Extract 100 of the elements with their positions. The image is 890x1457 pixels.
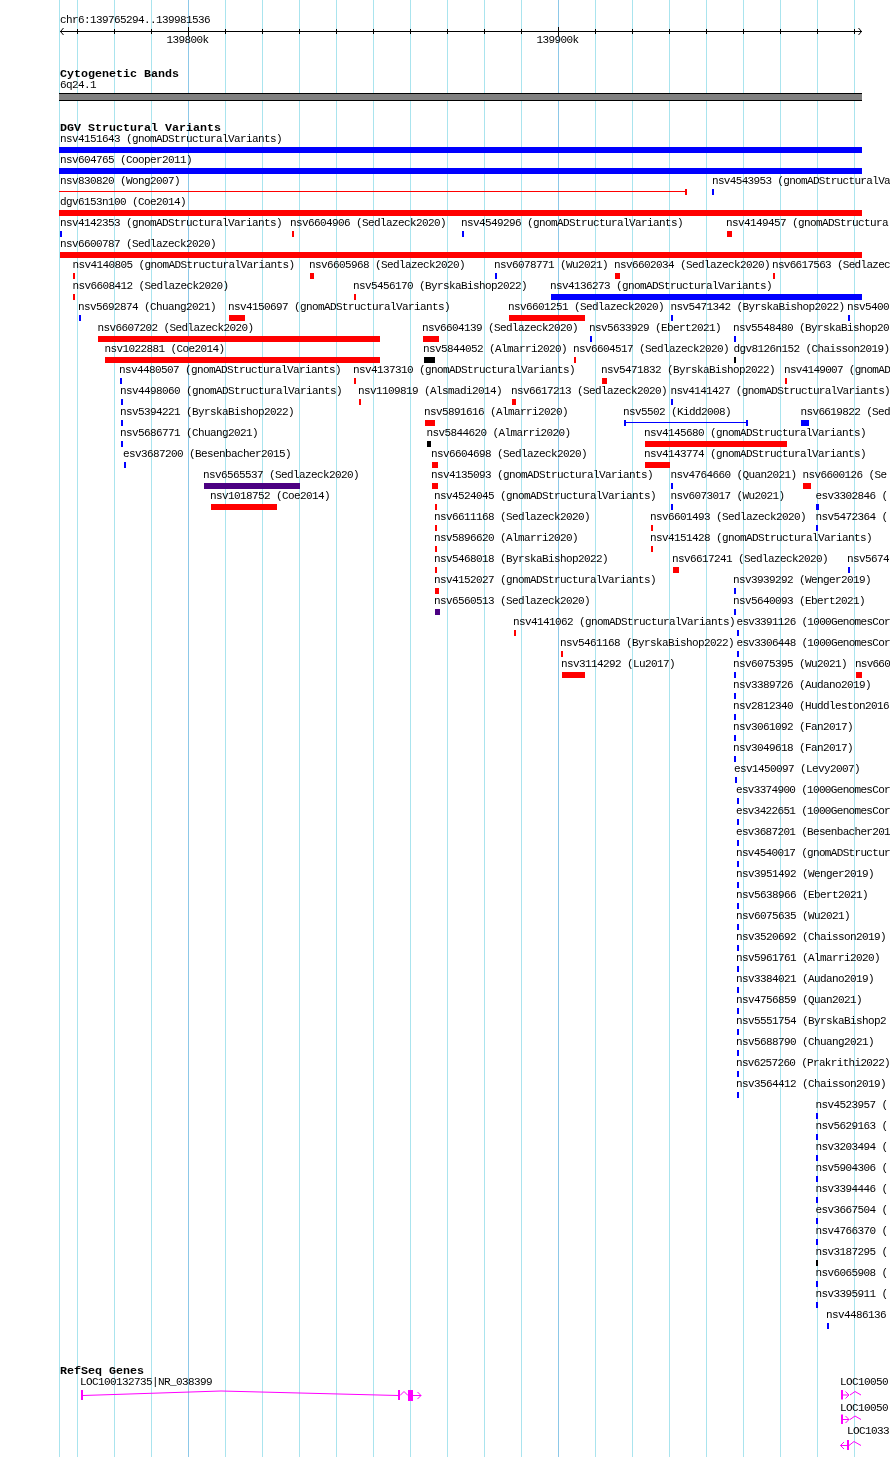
band-label: 6q24.1 <box>60 80 96 91</box>
variant-label: nsv6601251 (Sedlazeck2020) <box>508 302 665 313</box>
variant-label: nsv1018752 (Coe2014) <box>210 491 331 502</box>
variant-label: nsv4540017 (gnomADStructur <box>736 848 890 859</box>
variant-label: nsv5394221 (ByrskaBishop2022) <box>120 407 295 418</box>
variant-label: esv3306448 (1000GenomesCor <box>736 638 890 649</box>
variant-label: nsv6601493 (Sedlazeck2020) <box>650 512 807 523</box>
variant-label: nsv5400 <box>847 302 889 313</box>
variant-label: nsv6605968 (Sedlazeck2020) <box>309 260 466 271</box>
gene-label: LOC10050 <box>840 1402 888 1414</box>
variant-label: nsv5686771 (Chuang2021) <box>120 428 259 439</box>
variant-label: nsv6602034 (Sedlazeck2020) <box>614 260 771 271</box>
variant-label: nsv5461168 (ByrskaBishop2022) <box>560 638 735 649</box>
variant-label: esv3667504 ( <box>815 1205 888 1216</box>
variant-label: nsv6075635 (Wu2021) <box>736 911 851 922</box>
variant-label: nsv1109819 (Alsmadi2014) <box>358 386 503 397</box>
variant-label: nsv6611168 (Sedlazeck2020) <box>434 512 591 523</box>
variant-label: nsv6604139 (Sedlazeck2020) <box>422 323 579 334</box>
variant-label: nsv4498060 (gnomADStructuralVariants) <box>120 386 343 397</box>
variant-label: nsv5844052 (Almarri2020) <box>423 344 568 355</box>
variant-label: nsv5692874 (Chuang2021) <box>78 302 217 313</box>
gene-label: LOC1033 <box>847 1426 889 1437</box>
variant-label: nsv4140805 (gnomADStructuralVariants) <box>72 260 295 271</box>
region-label: chr6:139765294..139981536 <box>60 15 211 26</box>
variant-label: nsv5633929 (Ebert2021) <box>589 323 722 334</box>
variant-label: nsv5896620 (Almarri2020) <box>434 533 579 544</box>
variant-label: nsv6617563 (Sedlazec <box>772 260 890 271</box>
variant-label: nsv4150697 (gnomADStructuralVariants) <box>228 302 451 313</box>
variant-label: nsv6073017 (Wu2021) <box>670 491 785 502</box>
variant-label: nsv4486136 <box>826 1310 886 1321</box>
variant-label: nsv3061092 (Fan2017) <box>733 722 854 733</box>
variant-label: nsv6075395 (Wu2021) <box>733 659 848 670</box>
variant-label: nsv3384021 (Audano2019) <box>736 974 875 985</box>
variant-label: nsv5688790 (Chuang2021) <box>736 1037 875 1048</box>
variant-label: nsv3520692 (Chaisson2019) <box>736 932 887 943</box>
variant-label: nsv4149457 (gnomADStructura <box>726 218 889 229</box>
variant-label: nsv3951492 (Wenger2019) <box>736 869 875 880</box>
variant-label: nsv3049618 (Fan2017) <box>733 743 854 754</box>
variant-label: nsv5638966 (Ebert2021) <box>736 890 869 901</box>
variant-label: nsv6604517 (Sedlazeck2020) <box>573 344 730 355</box>
variant-label: nsv4141427 (gnomADStructuralVariants) <box>670 386 890 397</box>
variant-label: nsv6065908 ( <box>815 1268 888 1279</box>
variant-label: nsv6617213 (Sedlazeck2020) <box>511 386 668 397</box>
variant-label: nsv5629163 ( <box>815 1121 888 1132</box>
variant-label: nsv4151428 (gnomADStructuralVariants) <box>650 533 873 544</box>
gene-label: LOC100132735|NR_038399 <box>80 1377 213 1388</box>
track-title: DGV Structural Variants <box>60 122 221 134</box>
variant-label: nsv5471342 (ByrskaBishop2022) <box>670 302 845 313</box>
variant-label: nsv5674 <box>847 554 889 565</box>
track-title: RefSeq Genes <box>60 1365 144 1377</box>
variant-label: nsv5904306 ( <box>815 1163 888 1174</box>
variant-label: nsv4151643 (gnomADStructuralVariants) <box>60 134 283 145</box>
variant-label: nsv4137310 (gnomADStructuralVariants) <box>353 365 576 376</box>
variant-label: nsv3389726 (Audano2019) <box>733 680 872 691</box>
variant-label: esv3687200 (Besenbacher2015) <box>123 449 292 460</box>
variant-label: nsv3203494 ( <box>815 1142 888 1153</box>
variant-label: nsv6078771 (Wu2021) <box>494 260 609 271</box>
variant-label: nsv6565537 (Sedlazeck2020) <box>203 470 360 481</box>
variant-label: esv3391126 (1000GenomesCor <box>736 617 890 628</box>
variant-label: nsv4764660 (Quan2021) <box>670 470 797 481</box>
variant-label: esv3422651 (1000GenomesCor <box>736 806 890 817</box>
variant-label: nsv3564412 (Chaisson2019) <box>736 1079 887 1090</box>
variant-label: dgv6153n100 (Coe2014) <box>60 197 187 208</box>
variant-label: nsv5844620 (Almarri2020) <box>426 428 571 439</box>
variant-label: nsv4549296 (gnomADStructuralVariants) <box>461 218 684 229</box>
variant-label: nsv5502 (Kidd2008) <box>623 407 732 418</box>
gene-label: LOC10050 <box>840 1377 888 1388</box>
variant-label: nsv2812340 (Huddleston2016 <box>733 701 890 712</box>
variant-label: nsv1022881 (Coe2014) <box>104 344 225 355</box>
variant-label: nsv4524045 (gnomADStructuralVariants) <box>434 491 657 502</box>
variant-label: nsv3187295 ( <box>815 1247 888 1258</box>
variant-label: nsv5456170 (ByrskaBishop2022) <box>353 281 528 292</box>
variant-label: nsv5471832 (ByrskaBishop2022) <box>601 365 776 376</box>
variant-label: nsv3395911 ( <box>815 1289 888 1300</box>
ruler-tick-label: 139900k <box>536 35 579 46</box>
variant-label: esv1450097 (Levy2007) <box>734 764 861 775</box>
variant-label: nsv6607202 (Sedlazeck2020) <box>97 323 254 334</box>
variant-label: esv3374900 (1000GenomesCor <box>736 785 890 796</box>
variant-label: nsv4543953 (gnomADStructuralVa <box>712 176 890 187</box>
variant-label: esv3687201 (Besenbacher201 <box>736 827 890 838</box>
variant-label: nsv6600787 (Sedlazeck2020) <box>60 239 217 250</box>
variant-label: nsv5891616 (Almarri2020) <box>424 407 569 418</box>
variant-label: nsv3114292 (Lu2017) <box>561 659 676 670</box>
variant-label: nsv5468018 (ByrskaBishop2022) <box>434 554 609 565</box>
variant-label: nsv4766370 ( <box>815 1226 888 1237</box>
variant-label: nsv4145680 (gnomADStructuralVariants) <box>644 428 867 439</box>
variant-label: nsv660 <box>855 659 890 670</box>
variant-label: nsv4141062 (gnomADStructuralVariants) <box>513 617 736 628</box>
variant-label: nsv6617241 (Sedlazeck2020) <box>672 554 829 565</box>
ruler-tick-label: 139800k <box>166 35 209 46</box>
variant-label: nsv4143774 (gnomADStructuralVariants) <box>644 449 867 460</box>
variant-label: nsv4149007 (gnomAD <box>784 365 890 376</box>
variant-label: nsv5961761 (Almarri2020) <box>736 953 881 964</box>
variant-label: nsv4152027 (gnomADStructuralVariants) <box>434 575 657 586</box>
variant-label: nsv5548480 (ByrskaBishop20 <box>733 323 890 334</box>
variant-label: nsv6257260 (Prakrithi2022) <box>736 1058 890 1069</box>
variant-label: nsv3394446 ( <box>815 1184 888 1195</box>
variant-label: nsv6600126 (Se <box>802 470 887 481</box>
track-title: Cytogenetic Bands <box>60 68 179 80</box>
variant-label: nsv5551754 (ByrskaBishop2 <box>736 1016 887 1027</box>
